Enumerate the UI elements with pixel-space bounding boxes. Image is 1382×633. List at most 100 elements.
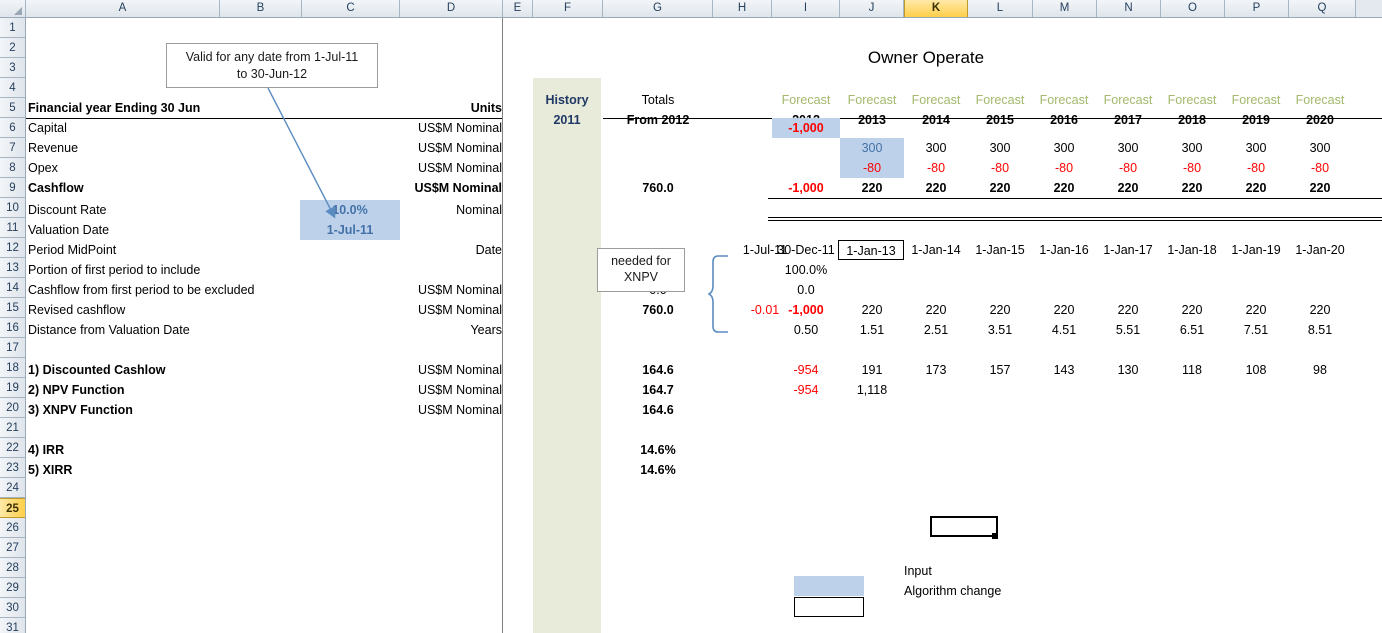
cell-K5-forecast-year[interactable]: 2014 (904, 110, 968, 130)
cell-D7-units[interactable]: US$M Nominal (366, 138, 502, 158)
cell-N5-forecast-year[interactable]: 2017 (1096, 110, 1160, 130)
cell-M12-midpoint-2016[interactable]: 1-Jan-16 (1032, 240, 1096, 260)
cell-J7-revenue-2013[interactable]: 300 (840, 138, 904, 158)
row-header-28[interactable]: 28 (0, 558, 25, 578)
row-header-2[interactable]: 2 (0, 38, 25, 58)
cell-O4-forecast-label[interactable]: Forecast (1160, 90, 1224, 110)
cell-D9-units[interactable]: US$M Nominal (366, 178, 502, 198)
row-header-8[interactable]: 8 (0, 158, 25, 178)
column-header-l[interactable]: L (968, 0, 1033, 17)
cell-J16-distance-2013[interactable]: 1.51 (840, 320, 904, 340)
cell-F5-history-year[interactable]: 2011 (533, 110, 601, 130)
cell-A12-period-midpoint-label[interactable]: Period MidPoint (28, 240, 308, 260)
cell-P12-midpoint-2019[interactable]: 1-Jan-19 (1224, 240, 1288, 260)
cell-A22-irr-label[interactable]: 4) IRR (28, 440, 328, 460)
cell-I6-capital-2012[interactable]: -1,000 (772, 118, 840, 138)
cell-O18-discounted-2018[interactable]: 118 (1160, 360, 1224, 380)
row-header-3[interactable]: 3 (0, 58, 25, 78)
fill-handle[interactable] (992, 533, 998, 539)
cell-G22-irr-value[interactable]: 14.6% (603, 440, 713, 460)
cell-I14-excluded-value[interactable]: 0.0 (770, 280, 842, 300)
row-header-22[interactable]: 22 (0, 438, 25, 458)
column-header-j[interactable]: J (840, 0, 904, 17)
cell-J4-forecast-label[interactable]: Forecast (840, 90, 904, 110)
cell-M18-discounted-2016[interactable]: 143 (1032, 360, 1096, 380)
cell-K16-distance-2014[interactable]: 2.51 (904, 320, 968, 340)
cell-Q18-discounted-2020[interactable]: 98 (1288, 360, 1352, 380)
cell-I19-npv-2012[interactable]: -954 (770, 380, 842, 400)
cell-L15-revised-2015[interactable]: 220 (968, 300, 1032, 320)
cell-N15-revised-2017[interactable]: 220 (1096, 300, 1160, 320)
column-header-p[interactable]: P (1225, 0, 1289, 17)
cell-Q9-cashflow-2020[interactable]: 220 (1288, 178, 1352, 198)
cell-O15-revised-2018[interactable]: 220 (1160, 300, 1224, 320)
cell-L18-discounted-2015[interactable]: 157 (968, 360, 1032, 380)
cell-G23-xirr-value[interactable]: 14.6% (603, 460, 713, 480)
cell-A9-cashflow-label[interactable]: Cashflow (28, 178, 308, 198)
row-header-21[interactable]: 21 (0, 418, 25, 438)
cell-N9-cashflow-2017[interactable]: 220 (1096, 178, 1160, 198)
cell-M9-cashflow-2016[interactable]: 220 (1032, 178, 1096, 198)
cell-G4-totals-label[interactable]: Totals (603, 90, 713, 110)
cell-M4-forecast-label[interactable]: Forecast (1032, 90, 1096, 110)
column-header-b[interactable]: B (220, 0, 302, 17)
cell-A18-discounted-cashflow-label[interactable]: 1) Discounted Cashlow (28, 360, 328, 380)
row-header-7[interactable]: 7 (0, 138, 25, 158)
column-header-m[interactable]: M (1033, 0, 1097, 17)
row-header-6[interactable]: 6 (0, 118, 25, 138)
cell-I16-distance-2012[interactable]: 0.50 (770, 320, 842, 340)
column-header-d[interactable]: D (400, 0, 503, 17)
cell-D20-units[interactable]: US$M Nominal (400, 400, 502, 420)
cell-M16-distance-2016[interactable]: 4.51 (1032, 320, 1096, 340)
cell-C10-discount-rate-value[interactable]: 10.0% (300, 200, 400, 220)
column-header-f[interactable]: F (533, 0, 603, 17)
cell-A11-valuation-date-label[interactable]: Valuation Date (28, 220, 308, 240)
cell-O12-midpoint-2018[interactable]: 1-Jan-18 (1160, 240, 1224, 260)
cell-D10-units[interactable]: Nominal (400, 200, 502, 220)
row-header-26[interactable]: 26 (0, 518, 25, 538)
row-header-20[interactable]: 20 (0, 398, 25, 418)
cell-P15-revised-2019[interactable]: 220 (1224, 300, 1288, 320)
cell-P4-forecast-label[interactable]: Forecast (1224, 90, 1288, 110)
column-header-o[interactable]: O (1161, 0, 1225, 17)
column-header-a[interactable]: A (26, 0, 220, 17)
cell-D15-units[interactable]: US$M Nominal (400, 300, 502, 320)
cell-P7-revenue-2019[interactable]: 300 (1224, 138, 1288, 158)
cell-F4-history-label[interactable]: History (533, 90, 601, 110)
cell-L4-forecast-label[interactable]: Forecast (968, 90, 1032, 110)
column-header-h[interactable]: H (713, 0, 772, 17)
row-header-25[interactable]: 25 (0, 498, 25, 518)
cell-J19-npv-2013[interactable]: 1,118 (840, 380, 904, 400)
cell-L7-revenue-2015[interactable]: 300 (968, 138, 1032, 158)
cell-G15-revised-total[interactable]: 760.0 (603, 300, 713, 320)
cell-L16-distance-2015[interactable]: 3.51 (968, 320, 1032, 340)
cell-A15-revised-cashflow-label[interactable]: Revised cashflow (28, 300, 328, 320)
cell-I4-forecast-label[interactable]: Forecast (772, 90, 840, 110)
column-header-i[interactable]: I (772, 0, 840, 17)
cell-N16-distance-2017[interactable]: 5.51 (1096, 320, 1160, 340)
cell-K8-opex-2014[interactable]: -80 (904, 158, 968, 178)
cell-J12-midpoint-2013[interactable]: 1-Jan-13 (838, 240, 904, 260)
row-header-9[interactable]: 9 (0, 178, 25, 198)
cell-Q12-midpoint-2020[interactable]: 1-Jan-20 (1288, 240, 1352, 260)
cell-Q15-revised-2020[interactable]: 220 (1288, 300, 1352, 320)
cell-D19-units[interactable]: US$M Nominal (400, 380, 502, 400)
cell-L9-cashflow-2015[interactable]: 220 (968, 178, 1032, 198)
cell-G19-npv-total[interactable]: 164.7 (603, 380, 713, 400)
column-header-g[interactable]: G (603, 0, 713, 17)
row-header-12[interactable]: 12 (0, 238, 25, 258)
cell-D14-units[interactable]: US$M Nominal (400, 280, 502, 300)
cell-L5-forecast-year[interactable]: 2015 (968, 110, 1032, 130)
cell-Q7-revenue-2020[interactable]: 300 (1288, 138, 1352, 158)
cell-A7-revenue-label[interactable]: Revenue (28, 138, 308, 158)
cell-N4-forecast-label[interactable]: Forecast (1096, 90, 1160, 110)
column-header-e[interactable]: E (503, 0, 533, 17)
column-header-k[interactable]: K (904, 0, 968, 17)
cell-A19-npv-label[interactable]: 2) NPV Function (28, 380, 328, 400)
cell-N12-midpoint-2017[interactable]: 1-Jan-17 (1096, 240, 1160, 260)
cell-I13-portion-value[interactable]: 100.0% (770, 260, 842, 280)
row-header-1[interactable]: 1 (0, 18, 25, 38)
row-header-29[interactable]: 29 (0, 578, 25, 598)
cell-G18-discounted-total[interactable]: 164.6 (603, 360, 713, 380)
cell-K15-revised-2014[interactable]: 220 (904, 300, 968, 320)
